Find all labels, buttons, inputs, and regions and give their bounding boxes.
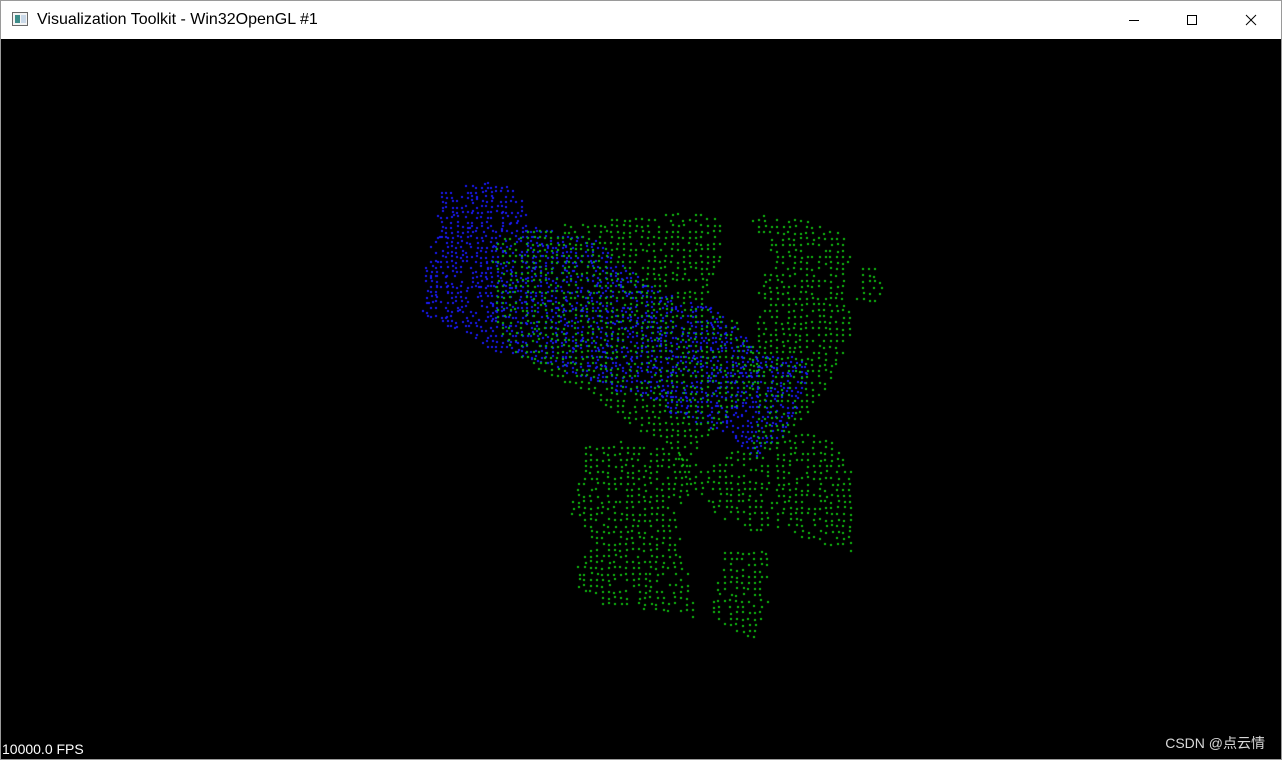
render-viewport[interactable]: 10000.0 FPS CSDN @点云情 bbox=[1, 39, 1281, 759]
maximize-icon bbox=[1187, 15, 1197, 25]
point-cloud-canvas[interactable] bbox=[1, 39, 1281, 759]
minimize-button[interactable] bbox=[1105, 1, 1163, 39]
vtk-window-icon[interactable] bbox=[12, 12, 28, 26]
watermark-text: CSDN @点云情 bbox=[1165, 735, 1265, 751]
close-button[interactable] bbox=[1222, 1, 1280, 39]
window-title: Visualization Toolkit - Win32OpenGL #1 bbox=[37, 11, 318, 28]
maximize-button[interactable] bbox=[1163, 1, 1221, 39]
vtk-window: Visualization Toolkit - Win32OpenGL #1 1… bbox=[0, 0, 1282, 760]
close-icon bbox=[1245, 14, 1257, 26]
title-bar[interactable]: Visualization Toolkit - Win32OpenGL #1 bbox=[1, 1, 1281, 39]
fps-counter: 10000.0 FPS bbox=[2, 741, 84, 757]
minimize-icon bbox=[1129, 20, 1139, 21]
